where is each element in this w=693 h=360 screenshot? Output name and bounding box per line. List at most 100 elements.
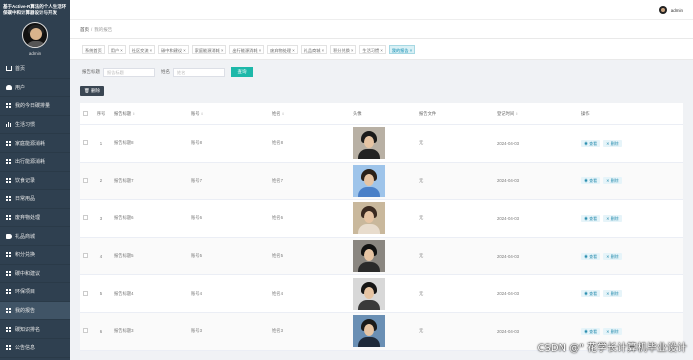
report-table: 序号 报告标题⇕ 账号⇕ 姓名⇕ 头像 报告文件 登记时间⇕ 操作 1 报告标题8… (80, 103, 683, 351)
col-title[interactable]: 报告标题⇕ (110, 111, 191, 117)
sidebar-item-label: 公告信息 (15, 345, 36, 352)
cell-avatar (353, 202, 419, 235)
avatar-photo[interactable] (353, 315, 385, 348)
row-checkbox[interactable] (80, 177, 92, 184)
cell-avatar (353, 315, 419, 348)
cell-ops: ◉ 查看 ✕ 删除 (581, 139, 683, 147)
row-checkbox[interactable] (80, 253, 92, 259)
sidebar-item[interactable]: 环保项目 (0, 283, 70, 302)
cell-index: 5 (99, 291, 103, 297)
cell-date: 2024-04-03 (497, 291, 519, 297)
view-button[interactable]: ◉ 查看 (581, 177, 601, 185)
sidebar-item[interactable]: 家庭能源消耗 (0, 134, 70, 153)
view-button[interactable]: ◉ 查看 (581, 139, 601, 147)
delete-row-button[interactable]: ✕ 删除 (603, 252, 622, 260)
avatar-photo[interactable] (353, 277, 385, 310)
view-button[interactable]: ◉ 查看 (581, 290, 601, 298)
sidebar-item[interactable]: 日常用品 (0, 190, 70, 209)
sort-icon: ⇕ (200, 111, 204, 116)
delete-row-button[interactable]: ✕ 删除 (603, 214, 622, 222)
delete-row-button[interactable]: ✕ 删除 (603, 327, 622, 335)
name-search-input[interactable]: 姓名 (173, 67, 225, 77)
cell-title: 报告标题6 (114, 215, 134, 221)
tab[interactable]: 废弃物处理 × (267, 45, 298, 54)
sidebar-item-label: 家庭能源消耗 (15, 140, 46, 147)
title-search-input[interactable]: 报告标题 (103, 67, 155, 77)
table-row: 3 报告标题6 账号6 姓名6 无 2024-04-03 ◉ 查看 ✕ 删除 (80, 200, 683, 238)
view-button[interactable]: ◉ 查看 (581, 252, 601, 260)
sidebar-item[interactable]: 礼品商城 (0, 227, 70, 246)
sidebar-item[interactable]: 我的报告 (0, 301, 70, 321)
row-checkbox[interactable] (80, 140, 92, 146)
row-checkbox[interactable] (80, 328, 92, 334)
user-avatar[interactable] (659, 6, 667, 14)
col-account[interactable]: 账号⇕ (191, 111, 272, 117)
cell-account: 账号8 (191, 140, 202, 146)
col-name[interactable]: 姓名⇕ (272, 111, 353, 117)
sidebar-item[interactable]: 出行能源消耗 (0, 153, 70, 172)
view-button-label: 查看 (589, 253, 598, 259)
top-bar: admin (70, 0, 693, 20)
tab[interactable]: 社区交流 × (128, 45, 156, 54)
delete-row-button[interactable]: ✕ 删除 (603, 139, 622, 147)
cell-file: 无 (419, 253, 424, 259)
tab[interactable]: 出行能源消耗 × (229, 45, 265, 54)
cell-title: 报告标题4 (114, 290, 134, 296)
tab[interactable]: 碳中和建议 × (158, 45, 189, 54)
grid-icon (6, 345, 12, 351)
grid-icon (6, 326, 12, 332)
sidebar-item[interactable]: 公告信息 (0, 339, 70, 358)
tab[interactable]: 家庭能源消耗 × (191, 45, 227, 54)
table-row: 5 报告标题4 账号4 姓名4 无 2024-04-03 ◉ 查看 ✕ 删除 (80, 275, 683, 313)
delete-row-button-label: 删除 (610, 140, 619, 146)
view-button[interactable]: ◉ 查看 (581, 327, 601, 335)
avatar-body (26, 41, 46, 47)
select-all-checkbox[interactable] (80, 110, 92, 117)
row-checkbox[interactable] (80, 215, 92, 221)
tab[interactable]: 积分兑换 × (330, 45, 357, 54)
col-date[interactable]: 登记时间⇕ (497, 111, 581, 117)
col-account-label: 账号 (191, 110, 200, 116)
view-button[interactable]: ◉ 查看 (581, 214, 601, 222)
sidebar-item[interactable]: 首页 (0, 60, 70, 79)
cell-name: 姓名7 (272, 177, 283, 183)
avatar-photo[interactable] (353, 164, 385, 197)
sidebar-menu: 首页 用户 我的今日碳排量 生活习惯家庭能源消耗出行能源消耗饮食记录日常用品 废弃物处理… (0, 60, 70, 358)
sidebar-item[interactable]: 碳中和建议 (0, 265, 70, 284)
sidebar-item[interactable]: 生活习惯 (0, 116, 70, 135)
cell-index: 2 (99, 178, 103, 184)
avatar-photo[interactable] (353, 127, 385, 160)
sidebar-item[interactable]: 废弃物处理 (0, 209, 70, 228)
sidebar-item[interactable]: 我的今日碳排量 (0, 97, 70, 116)
sidebar-item[interactable]: 碳知识排名 (0, 320, 70, 339)
view-button-label: 查看 (589, 291, 598, 297)
delete-row-button[interactable]: ✕ 删除 (603, 290, 622, 298)
tab[interactable]: 我的报告 × (388, 45, 416, 54)
sidebar-item[interactable]: 积分兑换 (0, 246, 70, 265)
query-button[interactable]: 查询 (231, 67, 253, 77)
cell-date: 2024-04-03 (497, 178, 519, 184)
avatar-photo[interactable] (353, 240, 385, 273)
delete-row-button-label: 删除 (610, 291, 619, 297)
sidebar: 基于Active-R算法的个人生活环保碳中和计算器设计与开发 admin 首页用… (0, 0, 70, 360)
delete-button[interactable]: 🗑 删除 (80, 86, 104, 96)
sidebar-item-label: 饮食记录 (15, 177, 36, 184)
top-username[interactable]: admin (671, 8, 683, 13)
sidebar-item-label: 碳知识排名 (15, 326, 41, 333)
cell-name: 姓名3 (272, 328, 283, 334)
tab-strip: 系统首页 用户 × 社区交流 × 碳中和建议 × 家庭能源消耗 × 出行能源消耗 × 废弃物… (70, 38, 693, 60)
tab[interactable]: 系统首页 (82, 45, 105, 54)
table-row: 4 报告标题5 账号5 姓名5 无 2024-04-03 ◉ 查看 ✕ 删除 (80, 237, 683, 276)
sidebar-item[interactable]: 饮食记录 (0, 172, 70, 191)
row-checkbox[interactable] (80, 290, 92, 297)
avatar-photo[interactable] (353, 202, 385, 235)
tab[interactable]: 用户 × (107, 45, 126, 54)
delete-row-button[interactable]: ✕ 删除 (603, 177, 622, 185)
user-icon (6, 84, 12, 90)
breadcrumb-home[interactable]: 首页 (80, 27, 89, 32)
cell-ops: ◉ 查看 ✕ 删除 (581, 177, 683, 185)
tab[interactable]: 礼品商城 × (300, 45, 328, 54)
col-ops: 操作 (581, 110, 590, 116)
tab[interactable]: 生活习惯 × (359, 45, 386, 54)
sidebar-item[interactable]: 用户 (0, 79, 70, 98)
